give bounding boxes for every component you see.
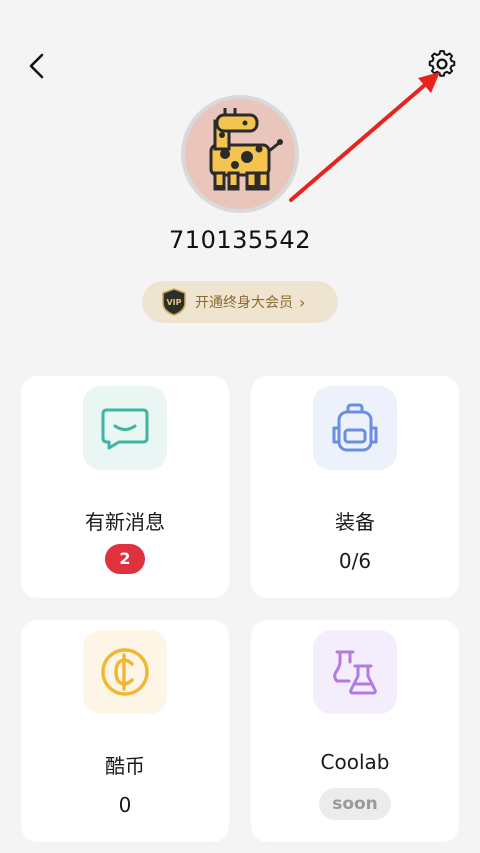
messages-card[interactable]: 有新消息 2	[21, 376, 229, 598]
message-icon	[101, 408, 149, 450]
equipment-card[interactable]: 装备 0/6	[251, 376, 459, 598]
equipment-icon-tile	[313, 386, 397, 470]
equipment-title: 装备	[335, 510, 375, 534]
coins-title: 酷币	[105, 754, 145, 778]
settings-button[interactable]	[420, 44, 464, 88]
vip-shield-icon: VIP	[162, 288, 186, 316]
unread-count-badge: 2	[105, 544, 145, 574]
coins-card[interactable]: 酷币 0	[21, 620, 229, 842]
gear-icon	[428, 50, 456, 77]
chevron-left-icon	[29, 53, 44, 79]
vip-label: 开通终身大会员	[195, 295, 293, 311]
giraffe-icon	[209, 108, 283, 191]
flask-icon	[333, 650, 377, 695]
back-button[interactable]	[18, 46, 58, 86]
coolab-card[interactable]: Coolab soon	[251, 620, 459, 842]
vip-membership-button[interactable]: VIP 开通终身大会员 ›	[142, 281, 338, 323]
coin-icon	[101, 648, 149, 696]
messages-icon-tile	[83, 386, 167, 470]
coins-balance: 0	[118, 793, 132, 817]
avatar[interactable]	[181, 95, 299, 213]
chevron-right-icon: ›	[299, 292, 306, 312]
coolab-title: Coolab	[320, 750, 390, 774]
vip-badge-text: VIP	[166, 298, 181, 307]
coins-icon-tile	[83, 630, 167, 714]
coming-soon-badge: soon	[319, 788, 391, 820]
coolab-icon-tile	[313, 630, 397, 714]
avatar-image	[185, 99, 295, 209]
equipment-count: 0/6	[338, 549, 372, 573]
username: 710135542	[169, 226, 311, 254]
backpack-icon	[332, 403, 378, 452]
messages-title: 有新消息	[85, 510, 165, 534]
